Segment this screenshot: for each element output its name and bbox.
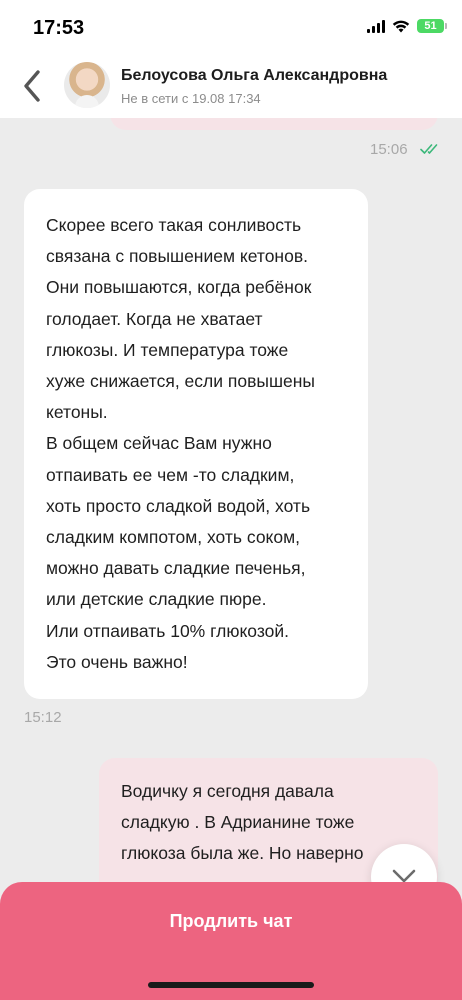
extend-chat-button[interactable]: Продлить чат xyxy=(0,904,462,938)
message-line: сладкую . В Адрианине тоже xyxy=(121,812,355,833)
message-line: Это очень важно! xyxy=(46,651,188,672)
chat-screen: 17:53 51 Белоусова Ольга Александровна Н… xyxy=(0,0,462,1000)
message-time: 15:12 xyxy=(24,709,62,726)
message-line: Или отпаивать 10% глюкозой. xyxy=(46,620,290,641)
message-line: Скорее всего такая сонливость xyxy=(46,215,302,235)
message-line: хуже снижается, если повышены xyxy=(46,371,315,392)
read-check-icon xyxy=(420,144,438,154)
status-bar: 17:53 51 xyxy=(0,0,462,56)
message-line: хоть просто сладкой водой, хоть xyxy=(46,495,311,516)
contact-status: Не в сети с 19.08 17:34 xyxy=(121,91,261,106)
message-line: связана с повышением кетонов. xyxy=(46,246,308,267)
message-line: кетоны. xyxy=(46,402,108,423)
message-line: или детские сладкие пюре. xyxy=(46,589,267,610)
message-line: глюкозы. И температура тоже xyxy=(46,339,289,360)
contact-name: Белоусова Ольга Александровна xyxy=(121,67,388,84)
status-icons: 51 xyxy=(367,19,447,33)
message-line: голодает. Когда не хватает xyxy=(46,308,263,329)
home-indicator xyxy=(148,982,314,988)
incoming-message-bubble[interactable]: Скорее всего такая сонливость связана с … xyxy=(24,189,368,699)
message-line: В общем сейчас Вам нужно xyxy=(46,433,272,454)
status-time: 17:53 xyxy=(33,17,85,39)
message-line: отпаивать ее чем -то сладким, xyxy=(46,464,295,485)
message-line: Водичку я сегодня давала xyxy=(121,781,334,801)
chevron-left-icon xyxy=(24,70,40,102)
back-button[interactable] xyxy=(20,68,46,104)
signal-icon xyxy=(367,19,385,33)
message-line: глюкоза была же. Но наверно xyxy=(121,843,364,864)
battery-indicator: 51 xyxy=(417,19,447,33)
message-line: сладким компотом, хоть соком, xyxy=(46,527,301,548)
message-time: 15:06 xyxy=(370,141,408,158)
wifi-icon xyxy=(392,20,410,32)
message-line: Они повышаются, когда ребёнок xyxy=(46,277,312,298)
bottom-action-panel: Продлить чат xyxy=(0,882,462,1000)
avatar[interactable] xyxy=(64,62,110,108)
message-line: можно давать сладкие печенья, xyxy=(46,558,306,579)
chat-header: Белоусова Ольга Александровна Не в сети … xyxy=(0,56,462,118)
